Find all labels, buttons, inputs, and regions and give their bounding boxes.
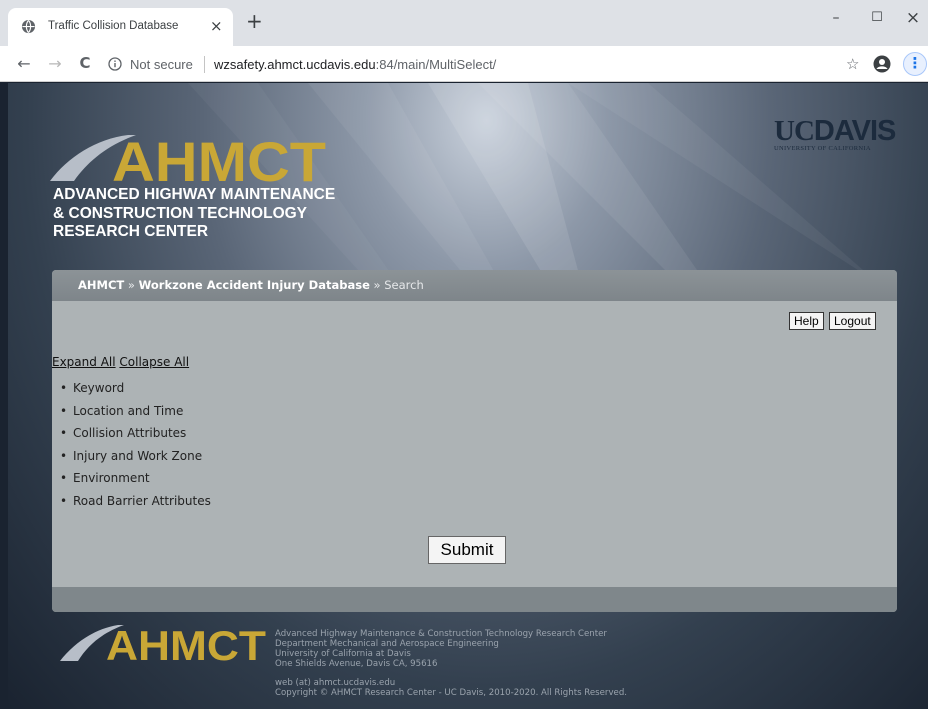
new-tab-button[interactable]: + [246, 11, 263, 31]
ahmct-logo-word: AHMCT [112, 133, 326, 187]
address-bar: ← → C Not secure wzsafety.ahmct.ucdavis.… [0, 46, 928, 82]
page-content: AHMCT ADVANCED HIGHWAY MAINTENANCE & CON… [8, 83, 928, 709]
tab-close-icon[interactable]: × [210, 17, 223, 35]
breadcrumb-current: Search [384, 278, 424, 292]
panel-footer [52, 587, 897, 612]
footer-address-line: One Shields Avenue, Davis CA, 95616 [275, 659, 438, 669]
breadcrumb-database-link[interactable]: Workzone Accident Injury Database [139, 278, 370, 292]
tab-title: Traffic Collision Database [48, 20, 179, 32]
browser-menu-icon[interactable]: ⋮ [903, 52, 927, 76]
browser-tab[interactable]: Traffic Collision Database × [8, 8, 233, 46]
forward-button[interactable]: → [45, 54, 65, 73]
footer-address-line: Department Mechanical and Aerospace Engi… [275, 639, 499, 649]
uc-name: DAVIS [813, 115, 896, 147]
logout-button[interactable]: Logout [829, 312, 876, 330]
panel-header: AHMCT » Workzone Accident Injury Databas… [52, 270, 897, 301]
minimize-button[interactable]: – [821, 10, 851, 26]
center-name-line-1: ADVANCED HIGHWAY MAINTENANCE [53, 186, 336, 203]
section-road-barrier-attributes[interactable]: Road Barrier Attributes [60, 490, 211, 513]
omnibox[interactable]: Not secure wzsafety.ahmct.ucdavis.edu:84… [108, 52, 846, 78]
center-name-line-3: RESEARCH CENTER [53, 223, 209, 240]
footer-logo-word: AHMCT [106, 623, 266, 663]
ahmct-logo[interactable]: AHMCT [50, 133, 330, 187]
breadcrumb-separator: » [127, 278, 135, 292]
panel-body: Help Logout Expand All Collapse All Keyw… [52, 301, 897, 587]
section-location-and-time[interactable]: Location and Time [60, 400, 211, 423]
footer-address-line: University of California at Davis [275, 649, 411, 659]
bookmark-star-icon[interactable]: ☆ [846, 55, 859, 73]
url-path: :84/main/MultiSelect/ [375, 57, 497, 72]
info-icon[interactable] [108, 57, 122, 71]
footer-address-line: Advanced Highway Maintenance & Construct… [275, 629, 607, 639]
footer-spacer [275, 669, 627, 678]
footer-text: Advanced Highway Maintenance & Construct… [275, 629, 627, 698]
footer-ahmct-logo[interactable]: AHMCT [60, 623, 270, 663]
url-host: wzsafety.ahmct.ucdavis.edu [214, 57, 376, 72]
section-collision-attributes[interactable]: Collision Attributes [60, 422, 211, 445]
breadcrumb-home-link[interactable]: AHMCT [78, 278, 124, 292]
maximize-button[interactable]: ☐ [862, 10, 892, 25]
close-window-button[interactable]: × [898, 8, 928, 28]
footer-contact: web (at) ahmct.ucdavis.edu [275, 678, 396, 688]
footer-copyright: Copyright © AHMCT Research Center - UC D… [275, 688, 628, 698]
search-panel: AHMCT » Workzone Accident Injury Databas… [52, 270, 897, 612]
expand-collapse-links: Expand All Collapse All [52, 355, 189, 369]
security-label: Not secure [130, 57, 193, 72]
center-name-line-2: & CONSTRUCTION TECHNOLOGY [53, 204, 308, 222]
uc-prefix: UC [774, 115, 815, 147]
omnibox-divider [204, 56, 205, 73]
breadcrumb: AHMCT » Workzone Accident Injury Databas… [78, 278, 424, 292]
collapse-all-link[interactable]: Collapse All [119, 355, 189, 369]
help-button[interactable]: Help [789, 312, 824, 330]
section-keyword[interactable]: Keyword [60, 377, 211, 400]
expand-all-link[interactable]: Expand All [52, 355, 116, 369]
center-name: ADVANCED HIGHWAY MAINTENANCE & CONSTRUCT… [53, 186, 335, 242]
breadcrumb-separator: » [373, 278, 381, 292]
ucdavis-logo[interactable]: UCDAVIS UNIVERSITY OF CALIFORNIA [774, 115, 896, 153]
section-injury-and-work-zone[interactable]: Injury and Work Zone [60, 445, 211, 468]
search-sections-list: Keyword Location and Time Collision Attr… [60, 377, 211, 512]
browser-tab-strip: Traffic Collision Database × + – ☐ × [0, 0, 928, 46]
section-environment[interactable]: Environment [60, 467, 211, 490]
back-button[interactable]: ← [14, 54, 34, 73]
url-text[interactable]: wzsafety.ahmct.ucdavis.edu:84/main/Multi… [214, 57, 496, 72]
globe-icon [21, 19, 36, 34]
reload-button[interactable]: C [75, 54, 95, 72]
account-icon[interactable] [873, 55, 891, 73]
submit-button[interactable]: Submit [428, 536, 506, 564]
